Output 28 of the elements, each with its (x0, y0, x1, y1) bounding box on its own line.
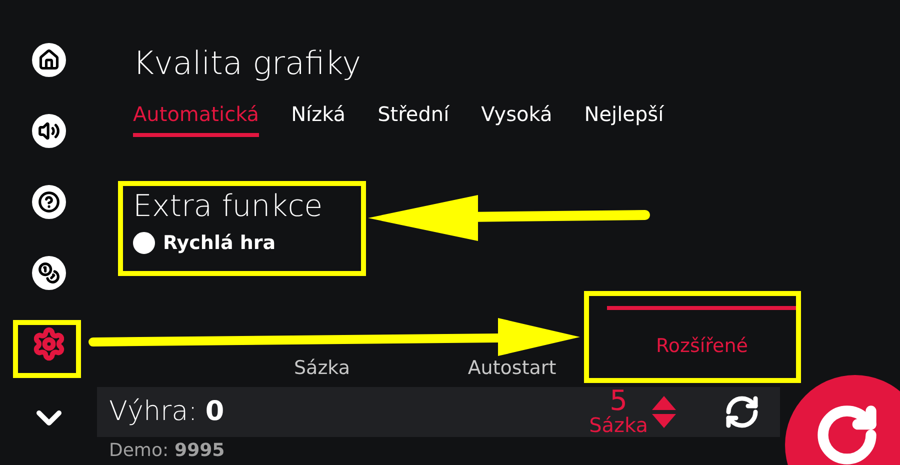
settings-icon[interactable] (32, 327, 66, 361)
section-title: Kvalita grafiky (133, 43, 362, 83)
quality-tab[interactable]: Vysoká (481, 101, 552, 137)
option-label: Rychlá hra (163, 231, 276, 256)
up-arrow-icon[interactable] (652, 396, 676, 410)
bet-value: 5 (610, 388, 628, 414)
demo-label: Demo: (109, 440, 169, 461)
coins-icon[interactable] (32, 256, 66, 290)
down-arrow-icon[interactable] (652, 414, 676, 428)
win-value: 0 (205, 394, 224, 429)
help-icon[interactable] (32, 185, 66, 219)
rotate-arrow-icon (815, 403, 879, 465)
quality-tab[interactable]: Automatická (133, 101, 260, 137)
quality-tab[interactable]: Nejlepší (584, 101, 664, 137)
radio-button[interactable] (133, 232, 155, 254)
win-label: Výhra: (109, 394, 198, 429)
highlight-frame (13, 320, 81, 378)
section-title: Extra funkce (133, 189, 323, 225)
bottom-tab[interactable]: Rozšířené (607, 306, 797, 375)
refresh-icon[interactable] (724, 394, 760, 430)
quality-tab[interactable]: Střední (378, 101, 450, 137)
bottom-tab[interactable]: Autostart (468, 357, 556, 387)
demo-value: 9995 (174, 440, 225, 461)
bet-label: Sázka (589, 414, 648, 436)
bottom-tab[interactable]: Sázka (294, 357, 350, 387)
home-icon[interactable] (32, 43, 66, 77)
quality-tab[interactable]: Nízká (291, 101, 346, 137)
speaker-icon[interactable] (32, 114, 66, 148)
